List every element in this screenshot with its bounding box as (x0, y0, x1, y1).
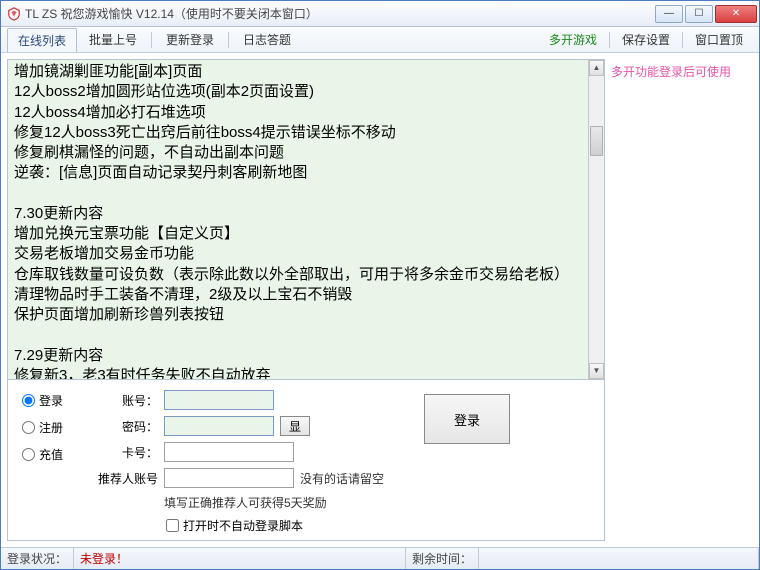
changelog-line: 交易老板增加交易金币功能 (14, 244, 586, 264)
radio-recharge[interactable]: 充值 (22, 446, 86, 463)
changelog-line: 增加镜湖剿匪功能[副本]页面 (14, 62, 586, 82)
maximize-button[interactable]: ☐ (685, 5, 713, 23)
scroll-track[interactable] (589, 76, 604, 363)
card-input[interactable] (164, 442, 294, 462)
changelog-line: 保护页面增加刷新珍兽列表按钮 (14, 305, 586, 325)
changelog-line: 12人boss4增加必打石堆选项 (14, 103, 586, 123)
right-panel: 多开功能登录后可使用 (611, 59, 753, 541)
reward-note: 填写正确推荐人可获得5天奖励 (164, 494, 327, 511)
app-icon (7, 7, 21, 21)
changelog-line: 增加兑换元宝票功能【自定义页】 (14, 224, 586, 244)
radio-register[interactable]: 注册 (22, 419, 86, 436)
btn-multi-open[interactable]: 多开游戏 (539, 28, 607, 51)
referrer-note: 没有的话请留空 (300, 470, 384, 487)
btn-window-top[interactable]: 窗口置顶 (685, 28, 753, 51)
scroll-up-button[interactable]: ▲ (589, 60, 604, 76)
changelog-line (14, 325, 586, 345)
changelog-line: 仓库取钱数量可设负数（表示除此数以外全部取出，可用于将多余金币交易给老板） (14, 265, 586, 285)
changelog-line: 修复刷棋漏怪的问题，不自动出副本问题 (14, 143, 586, 163)
close-button[interactable]: ✕ (715, 5, 757, 23)
changelog-line (14, 184, 586, 204)
login-button[interactable]: 登录 (424, 394, 510, 444)
scroll-down-button[interactable]: ▼ (589, 363, 604, 379)
referrer-label: 推荐人账号 (98, 470, 158, 487)
mode-radios: 登录 注册 充值 (22, 390, 86, 534)
auto-login-checkbox[interactable]: 打开时不自动登录脚本 (166, 517, 303, 534)
left-panel: 增加镜湖剿匪功能[副本]页面12人boss2增加圆形站位选项(副本2页面设置)1… (7, 59, 605, 541)
remain-label: 剩余时间： (406, 548, 479, 569)
password-input[interactable] (164, 416, 274, 436)
multi-open-hint: 多开功能登录后可使用 (611, 63, 753, 80)
btn-update-login[interactable]: 更新登录 (156, 28, 224, 51)
statusbar: 登录状况： 未登录！ 剩余时间： (1, 547, 759, 569)
radio-login[interactable]: 登录 (22, 392, 86, 409)
fields-column: 账号： 密码： 显 卡号： 推荐人账号 没有 (98, 390, 384, 534)
status-label: 登录状况： (1, 548, 74, 569)
changelog-line: 12人boss2增加圆形站位选项(副本2页面设置) (14, 82, 586, 102)
account-label: 账号： (98, 392, 158, 409)
card-label: 卡号： (98, 444, 158, 461)
minimize-button[interactable]: — (655, 5, 683, 23)
toolbar: 在线列表 批量上号 更新登录 日志答题 多开游戏 保存设置 窗口置顶 (1, 27, 759, 53)
scroll-thumb[interactable] (590, 126, 603, 156)
btn-batch[interactable]: 批量上号 (79, 28, 147, 51)
changelog-line: 7.29更新内容 (14, 346, 586, 366)
scrollbar: ▲ ▼ (588, 60, 604, 379)
referrer-input[interactable] (164, 468, 294, 488)
content-area: 增加镜湖剿匪功能[副本]页面12人boss2增加圆形站位选项(副本2页面设置)1… (1, 53, 759, 547)
password-label: 密码： (98, 418, 158, 435)
changelog-line: 逆袭：[信息]页面自动记录契丹刺客刷新地图 (14, 163, 586, 183)
toolbar-sep (682, 32, 683, 48)
show-password-button[interactable]: 显 (280, 416, 310, 436)
toolbar-sep (609, 32, 610, 48)
window-title: TL ZS 祝您游戏愉快 V12.14（使用时不要关闭本窗口） (25, 5, 655, 22)
account-input[interactable] (164, 390, 274, 410)
changelog-line: 修复12人boss3死亡出窍后前往boss4提示错误坐标不移动 (14, 123, 586, 143)
tab-online-list[interactable]: 在线列表 (7, 28, 77, 52)
window-controls: — ☐ ✕ (655, 5, 757, 23)
btn-save-settings[interactable]: 保存设置 (612, 28, 680, 51)
btn-log-qa[interactable]: 日志答题 (233, 28, 301, 51)
titlebar: TL ZS 祝您游戏愉快 V12.14（使用时不要关闭本窗口） — ☐ ✕ (1, 1, 759, 27)
status-value: 未登录！ (74, 548, 406, 569)
toolbar-sep (151, 32, 152, 48)
toolbar-sep (228, 32, 229, 48)
changelog-line: 清理物品时手工装备不清理，2级及以上宝石不销毁 (14, 285, 586, 305)
changelog-line: 修复新3，老3有时任务失败不自动放弃 (14, 366, 586, 380)
changelog-box: 增加镜湖剿匪功能[副本]页面12人boss2增加圆形站位选项(副本2页面设置)1… (8, 60, 604, 380)
login-form: 登录 注册 充值 账号： 密码： 显 卡号： (8, 380, 604, 540)
app-window: TL ZS 祝您游戏愉快 V12.14（使用时不要关闭本窗口） — ☐ ✕ 在线… (0, 0, 760, 570)
remain-value (479, 548, 759, 569)
changelog-line: 7.30更新内容 (14, 204, 586, 224)
